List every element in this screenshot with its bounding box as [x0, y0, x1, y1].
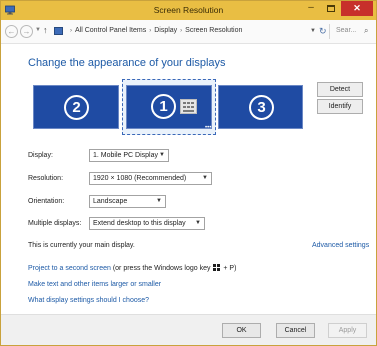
breadcrumb-separator-icon: ›: [149, 28, 152, 34]
monitor-number: 2: [64, 95, 89, 120]
project-hint-suffix: + P): [221, 265, 237, 272]
breadcrumb-display[interactable]: Display: [154, 27, 177, 34]
breadcrumb-separator-icon: ›: [70, 28, 72, 34]
multiple-displays-select[interactable]: Extend desktop to this display ▼: [89, 217, 205, 230]
text-size-link[interactable]: Make text and other items larger or smal…: [28, 281, 161, 288]
minimize-icon: –: [308, 2, 314, 13]
maximize-icon: [327, 5, 335, 12]
ok-button[interactable]: OK: [222, 323, 261, 338]
close-button[interactable]: ✕: [341, 1, 373, 16]
display-select[interactable]: 1. Mobile PC Display ▼: [89, 149, 169, 162]
windows-logo-icon: [213, 264, 221, 271]
apply-button[interactable]: Apply: [328, 323, 367, 338]
breadcrumb: › All Control Panel Items › Display › Screen …: [67, 27, 242, 34]
keyboard-icon: [180, 99, 197, 114]
monitor-1-screen: 1 •••: [126, 85, 212, 131]
close-icon: ✕: [353, 3, 361, 13]
monitor-number: 3: [249, 95, 274, 120]
project-hint-text: (or press the Windows logo key: [110, 265, 213, 272]
forward-arrow-icon: →: [22, 27, 31, 36]
display-label: Display:: [28, 152, 53, 159]
recent-locations-chevron-down-icon[interactable]: ▼: [35, 27, 41, 33]
multiple-displays-select-value: Extend desktop to this display: [93, 220, 186, 227]
up-arrow-icon[interactable]: ↑: [43, 25, 48, 35]
refresh-icon[interactable]: ↻: [319, 26, 327, 37]
title-bar: Screen Resolution – ✕: [1, 1, 376, 20]
orientation-select[interactable]: Landscape ▼: [89, 195, 166, 208]
display-select-value: 1. Mobile PC Display: [93, 152, 158, 159]
address-history-chevron-down-icon[interactable]: ▼: [310, 28, 316, 34]
screen-resolution-window: Screen Resolution – ✕ ← → ▼ ↑ › All Contr…: [0, 0, 377, 346]
resize-grip-icon: •••: [205, 125, 212, 131]
project-hint-row: Project to a second screen (or press the…: [28, 264, 236, 272]
display-settings-help-link[interactable]: What display settings should I choose?: [28, 297, 149, 304]
orientation-label: Orientation:: [28, 198, 65, 205]
chevron-down-icon: ▼: [195, 220, 201, 226]
monitor-2[interactable]: 2: [33, 85, 119, 129]
back-button[interactable]: ←: [5, 25, 18, 38]
identify-button[interactable]: Identify: [317, 99, 363, 114]
address-bar: ← → ▼ ↑ › All Control Panel Items › Display…: [1, 20, 376, 44]
breadcrumb-separator-icon: ›: [180, 28, 183, 34]
monitor-3[interactable]: 3: [218, 85, 303, 129]
search-placeholder: Sear...: [336, 27, 357, 34]
multiple-displays-label: Multiple displays:: [28, 220, 82, 227]
orientation-select-value: Landscape: [93, 198, 128, 205]
search-input[interactable]: Sear... ⌕: [329, 24, 373, 39]
monitor-1-selected[interactable]: 1 •••: [122, 79, 216, 135]
resolution-label: Resolution:: [28, 175, 64, 182]
detect-button[interactable]: Detect: [317, 82, 363, 97]
resolution-select[interactable]: 1920 × 1080 (Recommended) ▼: [89, 172, 212, 185]
minimize-button[interactable]: –: [301, 1, 321, 16]
advanced-settings-link[interactable]: Advanced settings: [312, 242, 369, 249]
breadcrumb-all-control-panel-items[interactable]: All Control Panel Items: [75, 27, 146, 34]
chevron-down-icon: ▼: [159, 152, 165, 158]
control-panel-icon: [54, 27, 63, 35]
resolution-select-value: 1920 × 1080 (Recommended): [93, 175, 187, 182]
main-display-status: This is currently your main display.: [28, 242, 135, 249]
chevron-down-icon: ▼: [202, 175, 208, 181]
cancel-button[interactable]: Cancel: [276, 323, 315, 338]
monitor-number: 1: [151, 94, 176, 119]
forward-button[interactable]: →: [20, 25, 33, 38]
page-title: Change the appearance of your displays: [28, 57, 226, 69]
back-arrow-icon: ←: [7, 27, 16, 36]
dialog-footer: OK Cancel Apply: [1, 314, 376, 345]
project-second-screen-link[interactable]: Project to a second screen: [28, 265, 111, 272]
maximize-button[interactable]: [321, 1, 341, 16]
breadcrumb-screen-resolution[interactable]: Screen Resolution: [185, 27, 242, 34]
search-icon: ⌕: [364, 26, 369, 35]
monitor-arrangement-area: 2 1 ••• 3: [30, 79, 313, 136]
chevron-down-icon: ▼: [156, 198, 162, 204]
